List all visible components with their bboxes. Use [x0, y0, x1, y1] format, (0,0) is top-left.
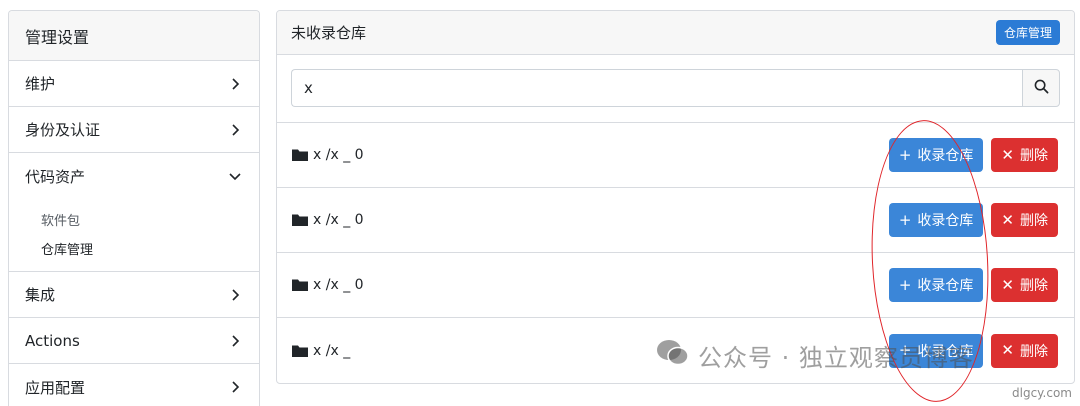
- plus-icon: +: [898, 341, 912, 359]
- include-label: 收录仓库: [917, 213, 974, 229]
- sidebar-item-maintenance[interactable]: 维护: [9, 61, 259, 107]
- repo-row: x /x _ 0 + 收录仓库 ✕ 删除: [277, 123, 1074, 188]
- sidebar-submenu-code-assets: 软件包 仓库管理: [9, 199, 259, 272]
- delete-label: 删除: [1020, 213, 1048, 229]
- repo-name: x /x _ 0: [313, 212, 364, 228]
- repo-name-cell: x /x _ 0: [291, 147, 364, 163]
- close-icon: ✕: [1001, 341, 1014, 359]
- sidebar-item-identity-auth[interactable]: 身份及认证: [9, 107, 259, 153]
- chevron-right-icon: [227, 287, 243, 303]
- sidebar-item-label: 维护: [25, 75, 56, 93]
- repo-management-button[interactable]: 仓库管理: [995, 20, 1060, 45]
- repo-list: x /x _ 0 + 收录仓库 ✕ 删除 x /x _ 0 + 收录仓库 ✕ 删…: [277, 123, 1074, 383]
- repo-row: x /x _ 0 + 收录仓库 ✕ 删除: [277, 253, 1074, 318]
- include-label: 收录仓库: [917, 343, 974, 360]
- sidebar-item-integrations[interactable]: 集成: [9, 272, 259, 318]
- delete-repo-button[interactable]: ✕ 删除: [991, 138, 1058, 172]
- plus-icon: +: [898, 210, 912, 229]
- close-icon: ✕: [1001, 275, 1014, 294]
- folder-icon: [291, 278, 309, 292]
- site-watermark: dlgcy.com: [1012, 386, 1072, 400]
- admin-sidebar: 管理设置 维护 身份及认证 代码资产 软件包 仓库管理 集成 Actions 应…: [8, 10, 260, 406]
- row-actions: + 收录仓库 ✕ 删除: [888, 138, 1058, 172]
- search-button[interactable]: [1022, 69, 1060, 107]
- close-icon: ✕: [1001, 145, 1014, 164]
- sidebar-item-code-assets[interactable]: 代码资产: [9, 153, 259, 199]
- repo-name-cell: x /x _ 0: [291, 277, 364, 293]
- sidebar-item-label: 身份及认证: [25, 121, 101, 139]
- repo-name: x /x _ 0: [313, 277, 364, 293]
- unadopted-repos-panel: 未收录仓库 仓库管理 x /x _ 0 +: [276, 10, 1075, 384]
- search-icon: [1034, 79, 1049, 98]
- include-repo-button[interactable]: + 收录仓库: [888, 268, 984, 302]
- repo-row: x /x _ + 收录仓库 ✕ 删除: [277, 318, 1074, 383]
- include-repo-button[interactable]: + 收录仓库: [888, 203, 984, 237]
- repo-name-cell: x /x _: [291, 343, 350, 359]
- delete-repo-button[interactable]: ✕ 删除: [991, 333, 1058, 368]
- sidebar-item-label: 应用配置: [25, 378, 86, 397]
- repo-name: x /x _: [313, 342, 351, 359]
- delete-repo-button[interactable]: ✕ 删除: [991, 268, 1058, 302]
- chevron-right-icon: [227, 379, 243, 395]
- chevron-down-icon: [227, 168, 243, 184]
- sidebar-item-label: Actions: [25, 331, 80, 350]
- folder-icon: [291, 213, 309, 227]
- repo-name: x /x _ 0: [313, 147, 364, 163]
- search-input[interactable]: [291, 69, 1022, 107]
- row-actions: + 收录仓库 ✕ 删除: [888, 203, 1058, 237]
- sidebar-item-label: 代码资产: [25, 167, 86, 186]
- search-bar: [277, 55, 1074, 123]
- plus-icon: +: [898, 145, 912, 164]
- delete-label: 删除: [1020, 343, 1048, 360]
- sidebar-item-actions[interactable]: Actions: [9, 318, 259, 364]
- delete-repo-button[interactable]: ✕ 删除: [991, 203, 1058, 237]
- delete-label: 删除: [1020, 278, 1048, 294]
- folder-icon: [291, 344, 309, 358]
- sidebar-item-label: 集成: [25, 286, 56, 304]
- row-actions: + 收录仓库 ✕ 删除: [888, 333, 1058, 368]
- row-actions: + 收录仓库 ✕ 删除: [888, 268, 1058, 302]
- sidebar-subitem-packages[interactable]: 软件包: [41, 205, 259, 234]
- include-label: 收录仓库: [917, 148, 974, 164]
- panel-header: 未收录仓库 仓库管理: [277, 11, 1074, 55]
- sidebar-item-app-config[interactable]: 应用配置: [9, 364, 259, 406]
- include-repo-button[interactable]: + 收录仓库: [888, 333, 984, 368]
- folder-icon: [291, 148, 309, 162]
- chevron-right-icon: [227, 76, 243, 92]
- include-repo-button[interactable]: + 收录仓库: [888, 138, 984, 172]
- close-icon: ✕: [1001, 210, 1014, 229]
- chevron-right-icon: [227, 333, 243, 349]
- chevron-right-icon: [227, 122, 243, 138]
- include-label: 收录仓库: [917, 278, 974, 294]
- sidebar-subitem-repo-management[interactable]: 仓库管理: [41, 234, 259, 263]
- sidebar-title: 管理设置: [9, 11, 259, 61]
- page-title: 未收录仓库: [291, 24, 367, 42]
- repo-name-cell: x /x _ 0: [291, 212, 364, 228]
- plus-icon: +: [898, 275, 912, 294]
- delete-label: 删除: [1020, 148, 1048, 164]
- repo-row: x /x _ 0 + 收录仓库 ✕ 删除: [277, 188, 1074, 253]
- search-group: [291, 69, 1060, 107]
